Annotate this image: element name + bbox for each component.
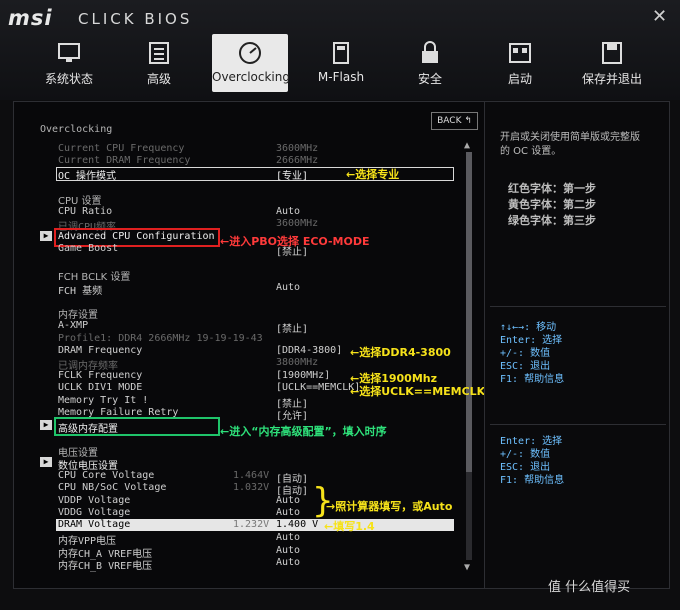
adjusted-cpu-frequency-value: 3600MHz [276,218,319,229]
game-boost-label: Game Boost [58,243,119,254]
vddg-voltage-label: VDDG Voltage [58,507,131,518]
uclk-div1-mode-label: UCLK DIV1 MODE [58,382,143,393]
tab-overclocking[interactable]: Overclocking [212,34,290,92]
memory-vpp-voltage-value[interactable]: Auto [276,532,300,543]
axmp-label: A-XMP [58,320,89,331]
dram-voltage-label: DRAM Voltage [58,519,131,530]
dram-frequency-value[interactable]: [DDR4-3800] [276,345,342,356]
annotation-uclk-memclk: ←选择UCLK==MEMCLK [350,385,486,398]
memory-settings-header: 内存设置 [58,310,98,321]
help-description-line1: 开启或关闭使用简单版或完整版 [500,132,640,143]
current-cpu-frequency-label: Current CPU Frequency [58,143,185,154]
vddg-voltage-value[interactable]: Auto [276,507,300,518]
legend-green: 绿色字体：第三步 [508,214,596,227]
annotation-ddr4-3800: ←选择DDR4-3800 [350,346,451,359]
tab-label: 高级 [146,72,171,86]
dram-frequency-label: DRAM Frequency [58,345,143,356]
help-key-f1: F1: 帮助信息 [500,374,565,385]
dram-voltage-current: 1.232V [233,519,270,530]
annotation-fill-1-4: ←填写1.4 [324,520,375,533]
current-dram-frequency-value: 2666MHz [276,155,319,166]
watermark: 值 什么值得买 [548,580,631,595]
tab-system-status[interactable]: 系统状态 [42,34,96,92]
fch-base-value[interactable]: Auto [276,282,300,293]
submenu-arrow-icon: ▶ [40,457,52,467]
cpu-core-voltage-current: 1.464V [233,470,270,481]
floppy-icon [602,42,622,64]
vddp-voltage-label: VDDP Voltage [58,495,131,506]
scrollbar-thumb[interactable] [466,152,472,472]
tab-security[interactable]: 安全 [408,34,452,92]
current-dram-frequency-label: Current DRAM Frequency [58,155,191,166]
tab-label: 保存并退出 [581,72,642,86]
annotation-advanced-memory: ←进入“内存高级配置”，填入时序 [220,425,387,438]
legend-yellow: 黄色字体：第二步 [508,198,596,211]
close-icon[interactable]: ✕ [652,6,667,27]
click-bios-title: CLICK BIOS [78,10,193,28]
cpu-nb-soc-voltage-current: 1.032V [233,482,270,493]
tab-boot[interactable]: 启动 [498,34,542,92]
axmp-value[interactable]: [禁止] [276,320,308,335]
cpu-nb-soc-voltage-label: CPU NB/SoC Voltage [58,482,167,493]
boot-icon [509,43,531,63]
monitor-icon [58,43,80,62]
submenu-arrow-icon: ▶ [40,420,52,430]
green-highlight-box [54,417,220,436]
gauge-icon [239,42,261,64]
memory-try-it-label: Memory Try It ! [58,395,149,406]
annotation-pbo-eco-mode: ←进入PBO选择 ECO-MODE [220,235,370,248]
legend-red: 红色字体：第一步 [508,182,596,195]
tab-label: 启动 [507,72,532,86]
profile1-info: Profile1: DDR4 2666MHz 19-19-19-43 [58,333,263,344]
tab-label: M-Flash [317,70,365,84]
uclk-div1-mode-value[interactable]: [UCLK==MEMCLK] [276,382,360,393]
fclk-frequency-value[interactable]: [1900MHz] [276,370,330,381]
help2-key-f1: F1: 帮助信息 [500,475,565,486]
fclk-frequency-label: FCLK Frequency [58,370,143,381]
divider [490,306,666,307]
memory-ch-b-vref-value[interactable]: Auto [276,557,300,568]
back-button[interactable]: BACK ↰ [431,112,478,130]
annotation-calculator: →照计算器填写，或Auto [326,500,453,513]
fch-base-label: FCH 基频 [58,286,103,297]
cpu-ratio-value[interactable]: Auto [276,206,300,217]
fch-bclk-header: FCH BCLK 设置 [58,272,131,283]
scroll-down-icon[interactable]: ▼ [464,562,470,573]
cpu-core-voltage-label: CPU Core Voltage [58,470,155,481]
oc-mode-value[interactable]: [专业] [276,167,308,182]
tab-save-exit[interactable]: 保存并退出 [580,34,644,92]
panel-title: Overclocking [40,124,113,135]
tab-advanced[interactable]: 高级 [134,34,184,92]
submenu-arrow-icon: ▶ [40,231,52,241]
adjusted-dram-frequency-value: 3800MHz [276,357,319,368]
tab-mflash[interactable]: M-Flash [316,34,366,92]
current-cpu-frequency-value: 3600MHz [276,143,319,154]
vddp-voltage-value[interactable]: Auto [276,495,300,506]
memory-failure-retry-value[interactable]: [允许] [276,407,308,422]
cpu-settings-header: CPU 设置 [58,196,102,207]
msi-logo: msi [8,6,53,30]
oc-mode-label: OC 操作模式 [58,171,117,182]
main-tabs: 系统状态 高级 Overclocking M-Flash 安全 启动 保存并退出 [0,34,680,94]
usb-drive-icon [333,42,349,64]
tab-label: Overclocking [212,70,290,84]
back-label: BACK [437,116,462,126]
lock-icon [422,41,438,63]
settings-board-icon [149,42,169,64]
scroll-up-icon[interactable]: ▲ [464,140,470,151]
divider [490,424,666,425]
memory-ch-a-vref-value[interactable]: Auto [276,545,300,556]
memory-ch-b-vref-label: 内存CH_B VREF电压 [58,561,153,572]
tab-label: 安全 [417,72,442,86]
cpu-ratio-label: CPU Ratio [58,206,113,217]
tab-label: 系统状态 [44,72,93,86]
annotation-select-pro: ←选择专业 [346,168,400,181]
help-description-line2: 的 OC 设置。 [500,146,562,157]
